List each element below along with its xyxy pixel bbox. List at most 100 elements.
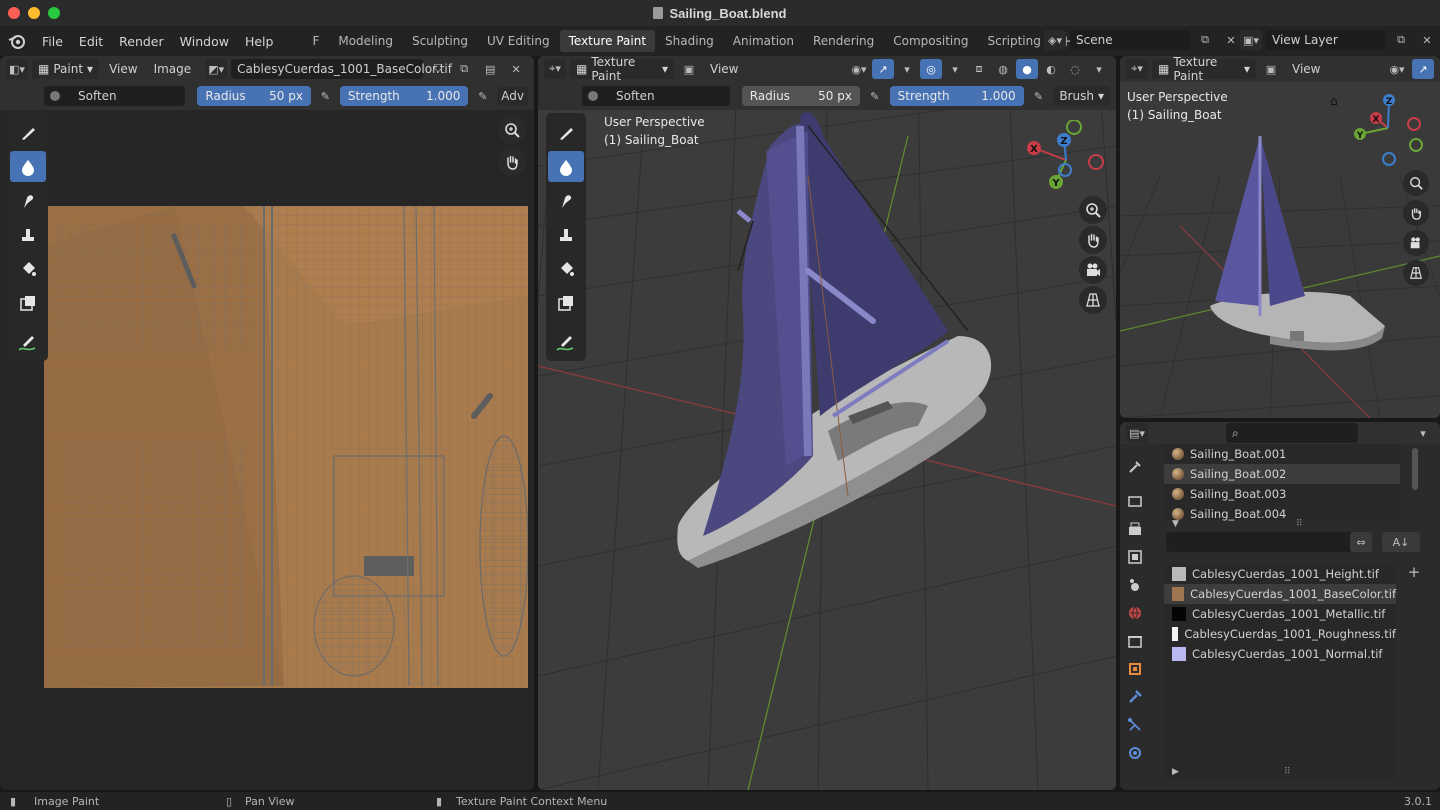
smear-tool-icon[interactable] xyxy=(548,185,584,216)
workspace-tab-shading[interactable]: Shading xyxy=(656,30,723,52)
properties-search-input[interactable]: ⌕ xyxy=(1226,423,1358,443)
collection-tab-icon[interactable] xyxy=(1124,630,1146,652)
image-pan-hand-icon[interactable] xyxy=(498,148,526,176)
image-view-menu[interactable]: View xyxy=(103,62,143,76)
modifier-tab-icon[interactable] xyxy=(1124,686,1146,708)
menu-edit[interactable]: Edit xyxy=(71,34,111,49)
viewport-brush-selector[interactable]: Soften xyxy=(582,86,730,106)
image-advanced-menu[interactable]: Adv xyxy=(497,87,528,105)
menu-help[interactable]: Help xyxy=(237,34,282,49)
visibility-eye-icon[interactable]: ◉▾ xyxy=(848,59,870,79)
render-tab-icon[interactable] xyxy=(1124,490,1146,512)
material-filter-input[interactable] xyxy=(1166,532,1354,552)
collapse-arrow-icon[interactable]: ▶ xyxy=(1172,767,1179,777)
draw-tool-icon[interactable] xyxy=(548,117,584,148)
blender-logo-icon[interactable] xyxy=(0,33,34,49)
material-slot-row[interactable]: Sailing_Boat.003 xyxy=(1164,484,1400,504)
new-view-layer-icon[interactable]: ⧉ xyxy=(1390,30,1412,50)
workspace-tab-texture-paint[interactable]: Texture Paint xyxy=(559,30,656,52)
workspace-tab-uv-editing[interactable]: UV Editing xyxy=(478,30,559,52)
output-tab-icon[interactable] xyxy=(1124,518,1146,540)
viewport-mode-dropdown[interactable]: ▦ Texture Paint ▾ xyxy=(570,56,674,83)
tool-tab-icon[interactable] xyxy=(1124,456,1146,478)
texture-slot-row[interactable]: CablesyCuerdas_1001_Metallic.tif xyxy=(1164,604,1396,624)
workspace-tab-sculpting[interactable]: Sculpting xyxy=(403,30,477,52)
image-image-menu[interactable]: Image xyxy=(148,62,198,76)
image-name-field[interactable]: CablesyCuerdas_1001_BaseColor.tif xyxy=(231,59,452,79)
fill-tool-icon[interactable] xyxy=(10,253,46,284)
mini-navigation-gizmo[interactable]: X Y Z xyxy=(1352,92,1432,168)
texture-slot-row[interactable]: CablesyCuerdas_1001_Normal.tif xyxy=(1164,644,1396,664)
mini-zoom-icon[interactable] xyxy=(1403,170,1429,196)
mini-viewport-view-menu[interactable]: View xyxy=(1286,62,1326,76)
material-list-scrollbar[interactable] xyxy=(1412,448,1418,490)
workspace-tab-scripting[interactable]: Scripting xyxy=(978,30,1049,52)
properties-options-icon[interactable]: ▾ xyxy=(1412,423,1434,443)
image-radius-slider[interactable]: Radius 50 px xyxy=(197,86,311,106)
texture-slot-row[interactable]: CablesyCuerdas_1001_Roughness.tif xyxy=(1164,624,1396,644)
xray-toggle-icon[interactable]: ⧈ xyxy=(968,59,990,79)
soften-tool-icon[interactable] xyxy=(10,151,46,183)
navigation-gizmo[interactable]: X Y Z xyxy=(1022,120,1112,200)
smear-tool-icon[interactable] xyxy=(10,185,46,216)
scene-tab-icon[interactable] xyxy=(1124,574,1146,596)
workspace-tab-modeling[interactable]: Modeling xyxy=(329,30,402,52)
overlays-menu-icon[interactable]: ▾ xyxy=(944,59,966,79)
workspace-tab-compositing[interactable]: Compositing xyxy=(884,30,977,52)
soften-tool-icon[interactable] xyxy=(548,151,584,183)
new-scene-icon[interactable]: ⧉ xyxy=(1194,30,1216,50)
viewport-slot-icon[interactable]: ▣ xyxy=(678,59,700,79)
material-slot-row[interactable]: Sailing_Boat.001 xyxy=(1164,444,1400,464)
fake-user-shield-icon[interactable]: ⛉ xyxy=(427,59,449,79)
particles-tab-icon[interactable] xyxy=(1124,714,1146,736)
image-brush-selector[interactable]: Soften xyxy=(44,86,186,106)
close-window-button[interactable] xyxy=(8,7,20,19)
texture-slot-row[interactable]: CablesyCuerdas_1001_Height.tif xyxy=(1164,564,1396,584)
expand-arrow-icon[interactable]: ▼ xyxy=(1172,519,1179,529)
viewport-brush-menu[interactable]: Brush ▾ xyxy=(1053,86,1110,106)
menu-file[interactable]: File xyxy=(34,34,71,49)
shading-material-icon[interactable]: ◐ xyxy=(1040,59,1062,79)
viewport-view-menu[interactable]: View xyxy=(704,62,744,76)
image-mode-dropdown[interactable]: ▦ Paint ▾ xyxy=(32,59,100,79)
texture-resize-grip-icon[interactable]: ⠿ xyxy=(1284,767,1291,777)
clone-tool-icon[interactable] xyxy=(548,219,584,250)
clone-tool-icon[interactable] xyxy=(10,219,46,250)
annotate-tool-icon[interactable] xyxy=(548,327,584,358)
workspace-tab-f[interactable]: F xyxy=(303,30,328,52)
properties-editor-type-icon[interactable]: ▤▾ xyxy=(1126,423,1148,443)
shading-menu-icon[interactable]: ▾ xyxy=(1088,59,1110,79)
unlink-image-icon[interactable]: ✕ xyxy=(505,59,527,79)
world-tab-icon[interactable] xyxy=(1124,602,1146,624)
mini-pan-hand-icon[interactable] xyxy=(1403,200,1429,226)
sort-alpha-icon[interactable]: A↓ xyxy=(1382,532,1420,552)
maximize-window-button[interactable] xyxy=(48,7,60,19)
minimize-window-button[interactable] xyxy=(28,7,40,19)
radius-pressure-icon[interactable]: ✎ xyxy=(866,86,884,106)
editor-type-icon[interactable]: ◧▾ xyxy=(6,59,28,79)
image-zoom-icon[interactable] xyxy=(498,116,526,144)
strength-pressure-icon[interactable]: ✎ xyxy=(1030,86,1048,106)
resize-grip-icon[interactable]: ⠿ xyxy=(1296,519,1303,529)
shading-rendered-icon[interactable]: ◌ xyxy=(1064,59,1086,79)
viewport-pan-hand-icon[interactable] xyxy=(1079,226,1107,254)
texture-canvas[interactable] xyxy=(44,206,528,688)
overlays-toggle-icon[interactable]: ◎ xyxy=(920,59,942,79)
physics-tab-icon[interactable] xyxy=(1124,742,1146,764)
viewport-zoom-icon[interactable] xyxy=(1079,196,1107,224)
viewport-editor-type-icon[interactable]: ⌖▾ xyxy=(544,59,566,79)
menu-window[interactable]: Window xyxy=(172,34,237,49)
workspace-tab-animation[interactable]: Animation xyxy=(724,30,803,52)
mini-viewport-mode-dropdown[interactable]: ▦ Texture Paint ▾ xyxy=(1152,56,1256,83)
ortho-grid-icon[interactable] xyxy=(1079,286,1107,314)
menu-render[interactable]: Render xyxy=(111,34,172,49)
mini-ortho-grid-icon[interactable] xyxy=(1403,260,1429,286)
filter-swap-icon[interactable]: ⇔ xyxy=(1350,532,1372,552)
delete-scene-icon[interactable]: ✕ xyxy=(1220,30,1242,50)
workspace-tab-rendering[interactable]: Rendering xyxy=(804,30,883,52)
texture-slot-row[interactable]: CablesyCuerdas_1001_BaseColor.tif xyxy=(1164,584,1396,604)
draw-tool-icon[interactable] xyxy=(10,117,46,148)
viewport-radius-slider[interactable]: Radius 50 px xyxy=(741,86,860,106)
strength-pressure-icon[interactable]: ✎ xyxy=(474,86,491,106)
shading-wireframe-icon[interactable]: ◍ xyxy=(992,59,1014,79)
